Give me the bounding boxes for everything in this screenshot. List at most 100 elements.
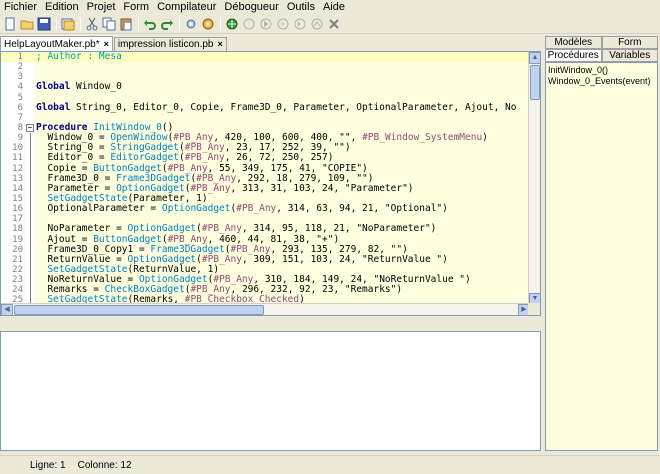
tab-label: impression listicon.pb <box>117 39 214 50</box>
vertical-scrollbar[interactable]: ▲ ▼ <box>528 52 540 305</box>
output-panel[interactable] <box>0 331 541 451</box>
compile-run-icon[interactable] <box>224 16 240 32</box>
line-number: 25 <box>12 295 23 303</box>
open-file-icon[interactable] <box>19 16 35 32</box>
scroll-thumb[interactable] <box>14 305 264 315</box>
new-file-icon[interactable] <box>2 16 18 32</box>
close-icon[interactable]: × <box>218 38 223 51</box>
fold-line <box>30 173 31 184</box>
fold-line <box>30 224 31 235</box>
tab-impression-listicon[interactable]: impression listicon.pb × <box>113 37 227 51</box>
tab-procedures[interactable]: Procédures <box>545 49 602 62</box>
line-number: 1 <box>17 52 23 62</box>
code-text: OptionalParameter = OptionGadget(#PB_Any… <box>36 203 448 215</box>
cut-icon[interactable] <box>84 16 100 32</box>
fold-line <box>30 214 31 225</box>
fold-line <box>30 254 31 265</box>
tab-helplayoutmaker[interactable]: HelpLayoutMaker.pb* × <box>0 36 113 51</box>
scroll-thumb[interactable] <box>530 65 540 100</box>
code-text: SetGadgetState(Remarks, #PB_Checkbox_Che… <box>47 294 305 303</box>
horizontal-scrollbar[interactable]: ◀ ▶ <box>1 303 530 315</box>
line-number: 16 <box>12 204 23 215</box>
line-number: 18 <box>12 224 23 235</box>
debug-kill-icon[interactable] <box>326 16 342 32</box>
fold-line <box>30 285 31 296</box>
debug-continue-icon[interactable] <box>258 16 274 32</box>
code-line[interactable]: 4 Global Window_0 <box>1 82 528 93</box>
menu-debogueur[interactable]: Débogueur <box>220 0 282 15</box>
status-bar: Ligne: 1 Colonne: 12 <box>0 455 660 474</box>
line-number: 3 <box>17 72 23 83</box>
copy-icon[interactable] <box>101 16 117 32</box>
tab-variables[interactable]: Variables <box>601 49 658 62</box>
code-line[interactable]: 25 SetGadgetState(Remarks, #PB_Checkbox_… <box>1 295 528 303</box>
code-editor[interactable]: 1; Author : Mesa 2 3 4 Global Window_0 5 6 Glob… <box>0 51 541 316</box>
close-icon[interactable]: × <box>104 38 109 51</box>
menu-projet[interactable]: Projet <box>83 0 120 15</box>
redo-icon[interactable] <box>159 16 175 32</box>
line-number: 19 <box>12 234 23 245</box>
tab-modeles[interactable]: Modèles <box>545 36 602 49</box>
menu-edition[interactable]: Edition <box>41 0 83 15</box>
menu-bar: Fichier Edition Projet Form Compilateur … <box>0 0 660 15</box>
fold-line <box>30 204 31 215</box>
menu-compilateur[interactable]: Compilateur <box>153 0 220 15</box>
tab-label: HelpLayoutMaker.pb* <box>4 38 100 50</box>
fold-line <box>30 275 31 286</box>
line-number: 14 <box>12 183 23 194</box>
toolbar-separator <box>80 17 81 31</box>
scroll-left-icon[interactable]: ◀ <box>1 304 13 315</box>
find-icon[interactable] <box>183 16 199 32</box>
code-text: Global String_0, Editor_0, Copie, Frame3… <box>36 101 517 113</box>
code-line[interactable]: 1 ; Author : Mesa <box>1 52 528 63</box>
save-icon[interactable] <box>36 16 52 32</box>
paste-icon[interactable] <box>118 16 134 32</box>
line-number: 11 <box>12 153 23 164</box>
fold-line <box>30 295 31 303</box>
line-number: 22 <box>12 264 23 275</box>
toolbar-separator <box>138 17 139 31</box>
fold-line <box>30 183 31 194</box>
menu-outils[interactable]: Outils <box>283 0 319 15</box>
line-number: 24 <box>12 285 23 296</box>
code-line[interactable]: 6 Global String_0, Editor_0, Copie, Frame… <box>1 101 528 113</box>
tab-form[interactable]: Form <box>601 36 658 49</box>
scroll-up-icon[interactable]: ▲ <box>529 52 540 64</box>
debug-step-out-icon[interactable] <box>309 16 325 32</box>
line-number: 10 <box>12 143 23 154</box>
code-area[interactable]: 1; Author : Mesa 2 3 4 Global Window_0 5 6 Glob… <box>1 52 528 303</box>
fold-line <box>30 193 31 205</box>
right-panel-tabs-row1: Modèles Form <box>545 36 658 49</box>
scroll-corner <box>528 303 540 315</box>
debug-step-over-icon[interactable] <box>292 16 308 32</box>
line-number: 17 <box>12 214 23 225</box>
line-number: 5 <box>17 92 23 103</box>
right-panel-tabs-row2: Procédures Variables <box>545 49 658 62</box>
code-line[interactable]: 2 <box>1 62 528 72</box>
line-number: 23 <box>12 275 23 286</box>
replace-icon[interactable] <box>200 16 216 32</box>
line-number: 12 <box>12 163 23 174</box>
line-number: 20 <box>12 244 23 255</box>
list-item[interactable]: InitWindow_0() <box>548 65 655 76</box>
status-column: Colonne: 12 <box>77 459 132 471</box>
line-number: 7 <box>17 112 23 123</box>
code-line[interactable]: 16 OptionalParameter = OptionGadget(#PB_… <box>1 203 528 215</box>
fold-toggle-icon[interactable]: − <box>26 123 34 132</box>
debug-stop-icon[interactable] <box>275 16 291 32</box>
file-tabs: HelpLayoutMaker.pb* × impression listico… <box>0 36 542 51</box>
line-number: 4 <box>17 82 23 93</box>
menu-form[interactable]: Form <box>119 0 153 15</box>
line-number: 2 <box>17 62 23 73</box>
code-line[interactable]: 18 NoParameter = OptionGadget(#PB_Any, 3… <box>1 224 528 235</box>
undo-icon[interactable] <box>142 16 158 32</box>
line-number: 6 <box>17 102 23 113</box>
line-number: 15 <box>12 193 23 204</box>
save-all-icon[interactable] <box>60 16 76 32</box>
toolbar-separator <box>179 17 180 31</box>
menu-aide[interactable]: Aide <box>319 0 349 15</box>
debug-step-icon[interactable] <box>241 16 257 32</box>
fold-line <box>30 244 31 255</box>
menu-fichier[interactable]: Fichier <box>0 0 41 15</box>
list-item[interactable]: Window_0_Events(event) <box>548 76 655 87</box>
